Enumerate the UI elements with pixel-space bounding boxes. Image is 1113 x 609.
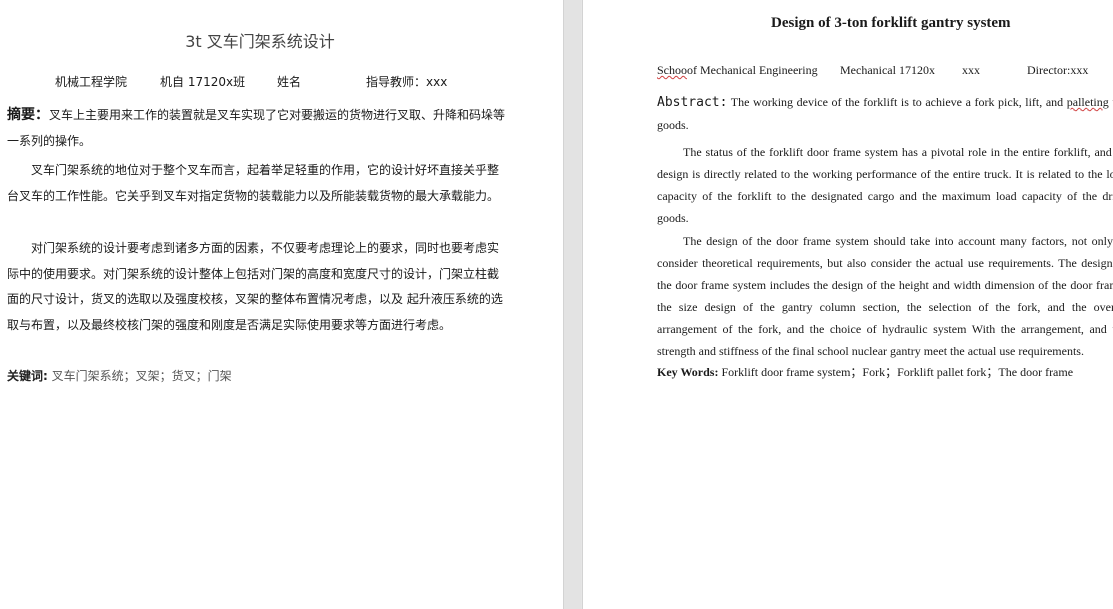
body-paragraph-3: 对门架系统的设计要考虑到诸多方面的因素，不仅要考虑理论上的要求，同时也要考虑实际… xyxy=(7,241,503,332)
body-paragraph-2-english: The status of the forklift door frame sy… xyxy=(657,145,1113,225)
page-english: Design of 3-ton forklift gantry system S… xyxy=(582,0,1113,609)
keywords-line: 关键词: 叉车门架系统；叉架；货叉；门架 xyxy=(7,367,232,384)
keywords-text: 叉车门架系统；叉架；货叉；门架 xyxy=(51,369,232,383)
abstract-text-english: The working device of the forklift is to… xyxy=(727,95,1067,109)
meta-name: 姓名 xyxy=(277,75,302,89)
meta-school-english: Schooof Mechanical Engineering xyxy=(657,63,818,77)
keywords-label: 关键词: xyxy=(7,369,48,383)
keywords-label-english: Key Words: xyxy=(657,365,719,379)
document-viewport: 3t 叉车门架系统设计 机械工程学院 机自 17120x班 姓名 指导教师：xx… xyxy=(0,0,1113,609)
page-gutter xyxy=(564,0,581,609)
meta-class-english: Mechanical 17120x xyxy=(840,63,935,77)
meta-director-english: Director:xxx xyxy=(1027,63,1089,77)
spellcheck-word: palleting xyxy=(1066,95,1109,109)
spellcheck-word: Schoo xyxy=(657,63,687,77)
abstract-label-english: Abstract: xyxy=(657,95,728,110)
meta-advisor: 指导教师：xxx xyxy=(366,75,448,89)
abstract-label: 摘要： xyxy=(7,107,49,123)
meta-class: 机自 17120x班 xyxy=(160,75,246,89)
meta-name-english: xxx xyxy=(962,63,980,77)
page-title: 3t 叉车门架系统设计 xyxy=(185,32,335,51)
page-title-english: Design of 3-ton forklift gantry system xyxy=(771,15,1011,31)
abstract-text: 叉车上主要用来工作的装置就是叉车实现了它对要搬运的货物进行叉取、升降和码垛等一系… xyxy=(7,108,506,148)
body-paragraph-3-english: The design of the door frame system shou… xyxy=(657,234,1113,358)
meta-school: 机械工程学院 xyxy=(55,75,128,89)
page-chinese: 3t 叉车门架系统设计 机械工程学院 机自 17120x班 姓名 指导教师：xx… xyxy=(0,0,564,609)
body-paragraph-2: 叉车门架系统的地位对于整个叉车而言，起着举足轻重的作用，它的设计好坏直接关乎整台… xyxy=(7,163,500,203)
abstract-paragraph-english: Abstract: The working device of the fork… xyxy=(657,95,1113,132)
keywords-text-english: Forklift door frame system；Fork；Forklift… xyxy=(718,365,1074,379)
abstract-paragraph: 摘要：叉车上主要用来工作的装置就是叉车实现了它对要搬运的货物进行叉取、升降和码垛… xyxy=(7,103,507,154)
keywords-line-english: Key Words: Forklift door frame system；Fo… xyxy=(657,363,1073,380)
